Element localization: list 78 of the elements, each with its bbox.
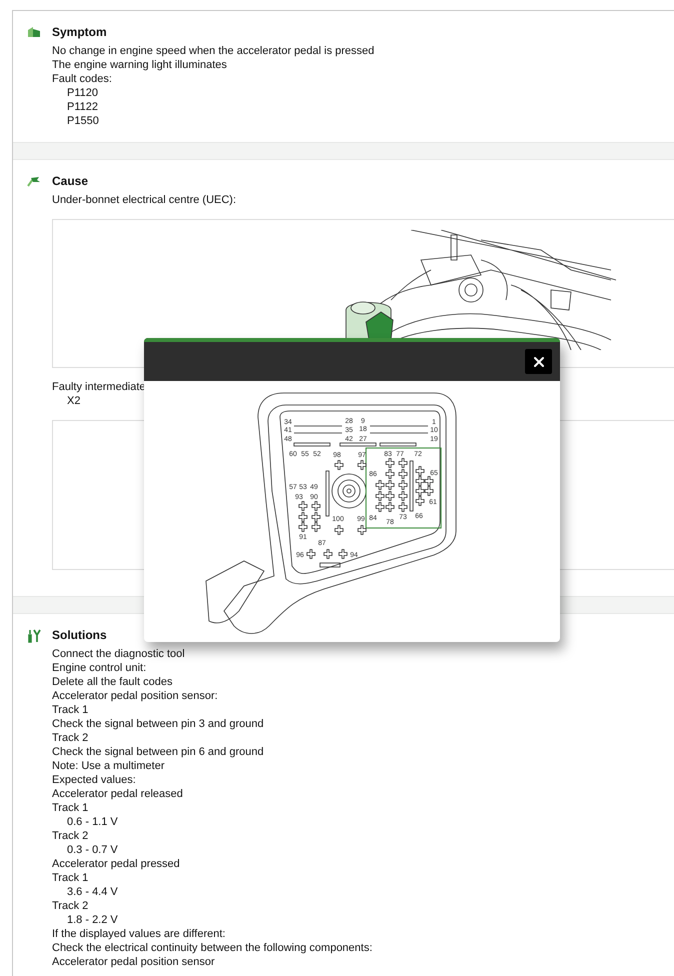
pin-socket bbox=[334, 460, 344, 470]
pin-socket bbox=[398, 502, 408, 512]
pin-socket bbox=[312, 522, 320, 532]
text-line: No change in engine speed when the accelerator pedal is pressed bbox=[52, 44, 376, 58]
slot bbox=[410, 460, 414, 512]
text-line: Check the electrical continuity between the following components: bbox=[52, 941, 374, 955]
text-line: X2 bbox=[66, 394, 82, 408]
pin-socket bbox=[386, 469, 394, 479]
text-line: Track 2 bbox=[52, 829, 90, 843]
flag-icon bbox=[27, 175, 41, 187]
pin-socket bbox=[298, 522, 308, 532]
slot bbox=[380, 442, 416, 446]
pin-socket bbox=[386, 480, 394, 490]
round-socket bbox=[332, 474, 366, 508]
pin-socket bbox=[416, 466, 424, 476]
pin-socket bbox=[324, 549, 332, 559]
text-line: Note: Use a multimeter bbox=[52, 759, 166, 773]
text-line: Accelerator pedal pressed bbox=[52, 857, 181, 871]
pin-socket bbox=[298, 501, 308, 511]
pin-socket bbox=[312, 512, 320, 522]
pin-socket bbox=[416, 486, 424, 496]
text-line: P1550 bbox=[66, 114, 100, 128]
text-line: Accelerator pedal released bbox=[52, 787, 184, 801]
text-line: P1120 bbox=[66, 86, 99, 100]
pin-socket bbox=[306, 549, 316, 559]
pin-socket bbox=[376, 491, 384, 501]
text-line: 0.6 - 1.1 V bbox=[66, 815, 119, 829]
pin-socket bbox=[338, 549, 348, 559]
pin-socket bbox=[424, 476, 434, 486]
pin-socket bbox=[376, 480, 384, 490]
pin-socket bbox=[386, 458, 394, 468]
pin-socket bbox=[416, 476, 424, 486]
text-line: Track 2 bbox=[52, 731, 90, 745]
text-line: Track 1 bbox=[52, 703, 90, 717]
section-title: Symptom bbox=[52, 24, 108, 40]
tools-icon bbox=[27, 629, 41, 643]
text-line: 3.6 - 4.4 V bbox=[66, 885, 119, 899]
text-line: Under-bonnet electrical centre (UEC): bbox=[52, 193, 238, 207]
section-title: Cause bbox=[52, 173, 90, 189]
text-line: Accelerator pedal position sensor: bbox=[52, 689, 219, 703]
pin-socket bbox=[398, 491, 408, 501]
text-line: 0.3 - 0.7 V bbox=[66, 843, 119, 857]
slot bbox=[320, 562, 340, 568]
text-line: 1.8 - 2.2 V bbox=[66, 913, 119, 927]
pin-socket bbox=[416, 496, 424, 506]
section-title: Solutions bbox=[52, 627, 108, 643]
text-line: Delete all the fault codes bbox=[52, 675, 174, 689]
pin-socket bbox=[398, 480, 408, 490]
text-line: The engine warning light illuminates bbox=[52, 58, 228, 72]
pin-socket bbox=[386, 491, 394, 501]
text-line: Check the signal between pin 6 and ground bbox=[52, 745, 265, 759]
slot bbox=[326, 470, 330, 516]
text-line: Engine control unit: bbox=[52, 661, 148, 675]
text-line: Expected values: bbox=[52, 773, 137, 787]
pin-socket bbox=[424, 486, 434, 496]
pin-socket bbox=[386, 502, 394, 512]
slot bbox=[340, 442, 376, 446]
text-line: Check the signal between pin 3 and ground bbox=[52, 717, 265, 731]
text-line: Fault codes: bbox=[52, 72, 113, 86]
text-line: Connect the diagnostic tool bbox=[52, 647, 186, 661]
pin-socket bbox=[376, 502, 384, 512]
pin-socket bbox=[358, 460, 366, 470]
pin-socket bbox=[398, 469, 408, 479]
text-line: Track 2 bbox=[52, 899, 90, 913]
close-button[interactable] bbox=[525, 349, 552, 374]
pin-socket bbox=[358, 525, 366, 535]
text-line: Accelerator pedal position sensor bbox=[52, 955, 216, 969]
pin-socket bbox=[334, 525, 344, 535]
pin-socket bbox=[298, 512, 308, 522]
text-line: Faulty intermediate bbox=[52, 380, 147, 394]
pin-socket bbox=[398, 458, 408, 468]
text-line: If the displayed values are different: bbox=[52, 927, 226, 941]
slot bbox=[294, 442, 330, 446]
text-line: P1122 bbox=[66, 100, 99, 114]
text-line: Track 1 bbox=[52, 801, 90, 815]
pin-socket bbox=[312, 501, 320, 511]
building-icon bbox=[27, 26, 41, 38]
text-line: Track 1 bbox=[52, 871, 90, 885]
